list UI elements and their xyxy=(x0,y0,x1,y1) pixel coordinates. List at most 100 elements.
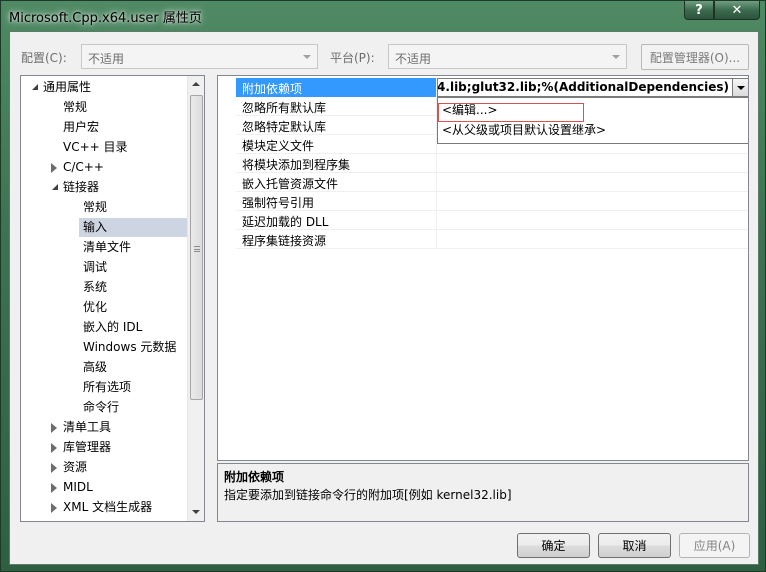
tree-item[interactable]: 高级 xyxy=(21,358,187,377)
collapsed-triangle-icon[interactable] xyxy=(51,503,57,513)
dropdown-option-edit[interactable]: <编辑...> xyxy=(438,101,584,122)
collapsed-triangle-icon[interactable] xyxy=(51,163,57,173)
scroll-down-icon[interactable] xyxy=(192,510,200,514)
focus-rect xyxy=(438,103,584,122)
expanded-triangle-icon[interactable] xyxy=(52,184,58,190)
property-name: 忽略特定默认库 xyxy=(242,120,327,134)
cancel-button[interactable]: 取消 xyxy=(598,533,671,558)
property-name: 将模块添加到程序集 xyxy=(242,158,351,172)
tree-item-label: 命令行 xyxy=(83,400,120,414)
tree-item-label: 输入 xyxy=(83,220,108,234)
scroll-up-icon[interactable] xyxy=(192,82,200,86)
grip-icon xyxy=(194,246,200,252)
property-row[interactable]: 将模块添加到程序集 xyxy=(236,154,748,173)
close-button[interactable]: ✕ xyxy=(714,1,760,20)
tree-item[interactable]: 常规 xyxy=(21,98,187,117)
column-divider xyxy=(436,211,437,230)
tree-item-label: 高级 xyxy=(83,360,108,374)
tree-scrollbar[interactable] xyxy=(187,76,204,521)
tree-item[interactable]: VC++ 目录 xyxy=(21,138,187,157)
tree-item[interactable]: MIDL xyxy=(21,478,187,497)
column-divider xyxy=(436,173,437,192)
property-name: 嵌入托管资源文件 xyxy=(242,177,339,191)
tree-item-label: XML 文档生成器 xyxy=(63,500,153,514)
collapsed-triangle-icon[interactable] xyxy=(51,443,57,453)
dropdown-option-inherit-label: <从父级或项目默认设置继承> xyxy=(442,123,607,137)
category-tree[interactable]: 通用属性 常规 用户宏 VC++ 目录 C/C++ 链接器 常规 输入 清单文件 调试 系统 优化 嵌入… xyxy=(20,75,205,522)
tree-item-label: 通用属性 xyxy=(43,80,92,94)
description-text: 指定要添加到链接命令行的附加项[例如 kernel32.lib] xyxy=(224,488,512,502)
tree-item-label: 调试 xyxy=(83,260,108,274)
tree-item-label: 常规 xyxy=(83,200,108,214)
tree-item-label: Windows 元数据 xyxy=(83,340,177,354)
config-manager-button[interactable]: 配置管理器(O)... xyxy=(641,44,749,70)
ok-button[interactable]: 确定 xyxy=(517,533,590,558)
property-row[interactable]: 程序集链接资源 xyxy=(236,230,748,249)
tree-item[interactable]: Windows 元数据 xyxy=(21,338,187,357)
tree-item-label: 优化 xyxy=(83,300,108,314)
tree-item-label: 所有选项 xyxy=(83,380,132,394)
tree-item-label: 常规 xyxy=(63,100,88,114)
tree-item[interactable]: 库管理器 xyxy=(21,438,187,457)
property-grid[interactable]: 附加依赖项 忽略所有默认库 忽略特定默认库 模块定义文件 将模块添加到程序集 嵌入托管资源… xyxy=(217,75,749,461)
config-label: 配置(C): xyxy=(21,51,67,65)
tree-item-label: 库管理器 xyxy=(63,440,112,454)
tree-item-label: 用户宏 xyxy=(63,120,100,134)
property-row[interactable]: 嵌入托管资源文件 xyxy=(236,173,748,192)
column-divider xyxy=(436,154,437,173)
tree-item[interactable]: C/C++ xyxy=(21,158,187,177)
tree-scroll-thumb[interactable] xyxy=(190,95,203,400)
value-dropdown: <编辑...> <从父级或项目默认设置继承> xyxy=(437,97,748,144)
tree-item-label: VC++ 目录 xyxy=(63,140,128,154)
description-title: 附加依赖项 xyxy=(224,470,285,484)
chevron-down-icon xyxy=(303,55,311,59)
tree-item[interactable]: 通用属性 xyxy=(21,78,187,97)
platform-combo[interactable]: 不适用 xyxy=(388,44,627,69)
tree-item[interactable]: 调试 xyxy=(21,258,187,277)
properties-dialog: Microsoft.Cpp.x64.user 属性页 ? ✕ 配置(C): 不适… xyxy=(0,0,766,572)
tree-item-label: 资源 xyxy=(63,460,88,474)
column-divider xyxy=(436,230,437,249)
collapsed-triangle-icon[interactable] xyxy=(51,423,57,433)
tree-item[interactable]: 清单文件 xyxy=(21,238,187,257)
tree-item[interactable]: 资源 xyxy=(21,458,187,477)
chevron-down-icon[interactable] xyxy=(732,79,748,96)
property-row[interactable]: 延迟加载的 DLL xyxy=(236,211,748,230)
tree-item-label: 清单文件 xyxy=(83,240,132,254)
property-name: 延迟加载的 DLL xyxy=(242,215,329,229)
chevron-down-icon xyxy=(612,55,620,59)
property-row[interactable]: 强制符号引用 xyxy=(236,192,748,211)
tree-item-label: 系统 xyxy=(83,280,108,294)
tree-item[interactable]: 清单工具 xyxy=(21,418,187,437)
platform-combo-value: 不适用 xyxy=(395,52,432,66)
tree-item[interactable]: 用户宏 xyxy=(21,118,187,137)
tree-item[interactable]: 嵌入的 IDL xyxy=(21,318,187,337)
expanded-triangle-icon[interactable] xyxy=(32,84,38,90)
tree-item[interactable]: 链接器 xyxy=(21,178,187,197)
tree-item[interactable]: 优化 xyxy=(21,298,187,317)
tree-item[interactable]: 常规 xyxy=(21,198,187,217)
tree-item-label: MIDL xyxy=(63,480,93,494)
apply-button[interactable]: 应用(A) xyxy=(679,533,750,558)
collapsed-triangle-icon[interactable] xyxy=(51,483,57,493)
dropdown-option-inherit[interactable]: <从父级或项目默认设置继承> xyxy=(442,121,606,138)
tree-item[interactable]: 命令行 xyxy=(21,398,187,417)
property-value-combo[interactable]: glut64.lib;glut32.lib;%(AdditionalDepend… xyxy=(437,78,748,97)
tree-item[interactable]: XML 文档生成器 xyxy=(21,498,187,517)
tree-item[interactable]: 所有选项 xyxy=(21,378,187,397)
tree-item[interactable]: 输入 xyxy=(79,218,187,237)
tree-item[interactable]: 系统 xyxy=(21,278,187,297)
dialog-client: 配置(C): 不适用 平台(P): 不适用 配置管理器(O)... 通用属性 常规… xyxy=(9,31,759,565)
config-combo-value: 不适用 xyxy=(88,52,125,66)
title-bar[interactable]: Microsoft.Cpp.x64.user 属性页 ? ✕ xyxy=(1,1,766,31)
help-button[interactable]: ? xyxy=(684,1,714,20)
property-name: 强制符号引用 xyxy=(242,196,315,210)
config-combo[interactable]: 不适用 xyxy=(81,44,318,69)
property-value-text[interactable]: glut64.lib;glut32.lib;%(AdditionalDepend… xyxy=(438,80,729,94)
property-name: 附加依赖项 xyxy=(242,82,303,96)
tree-item-label: 链接器 xyxy=(63,180,100,194)
description-pane: 附加依赖项 指定要添加到链接命令行的附加项[例如 kernel32.lib] xyxy=(217,463,749,522)
collapsed-triangle-icon[interactable] xyxy=(51,463,57,473)
tree-item-label: C/C++ xyxy=(63,160,104,174)
tree-item-label: 嵌入的 IDL xyxy=(83,320,143,334)
